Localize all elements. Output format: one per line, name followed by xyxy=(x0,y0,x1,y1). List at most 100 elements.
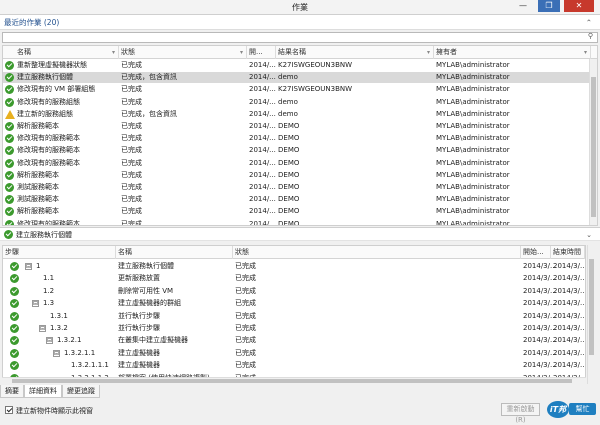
step-row[interactable]: 1.3.2.1.1.1 建立虛擬機器 已完成 2014/3/... 2014/3/... xyxy=(3,360,585,371)
table-row[interactable]: 測試服務範本 已完成 2014/... DEMO MYLAB\administrator xyxy=(3,194,597,205)
cell-result: DEMO xyxy=(278,134,300,143)
success-icon xyxy=(5,134,14,144)
collapse-toggle-icon[interactable]: ⊟ xyxy=(25,263,32,270)
collapse-toggle-icon[interactable]: ⊟ xyxy=(46,337,53,345)
close-button[interactable]: ✕ xyxy=(564,0,594,12)
step-row[interactable]: ⊟ 1.3 建立虛擬機器的群組 已完成 2014/3/... 2014/3/... xyxy=(3,298,585,309)
cell-start: 2014/3/... xyxy=(523,336,557,345)
cell-end: 2014/3/... xyxy=(553,274,586,283)
cell-status: 已完成 xyxy=(121,207,142,216)
table-row[interactable]: 測試服務範本 已完成 2014/... DEMO MYLAB\administrator xyxy=(3,182,597,193)
step-row[interactable]: ⊟ 1.3.2 並行執行步驟 已完成 2014/3/... 2014/3/... xyxy=(3,323,585,334)
table-row[interactable]: 修改現有的服務範本 已完成 2014/... DEMO MYLAB\administra… xyxy=(3,133,597,144)
cell-end: 2014/3/... xyxy=(553,324,586,332)
table-row[interactable]: 修改現有的服務組態 已完成 2014/... demo MYLAB\administra… xyxy=(3,97,597,108)
cell-end: 2014/3/... xyxy=(553,262,586,270)
table-row[interactable]: 解析服務範本 已完成 2014/... DEMO MYLAB\administrator xyxy=(3,121,597,132)
cell-owner: MYLAB\administrator xyxy=(436,61,510,69)
cell-step: 1 xyxy=(36,262,41,270)
table-row[interactable]: 修改現有的服務範本 已完成 2014/... DEMO MYLAB\administra… xyxy=(3,219,597,226)
restart-button[interactable]: 重新啟動(R) xyxy=(501,403,540,424)
success-icon xyxy=(5,146,14,156)
search-icon: ⚲ xyxy=(587,32,593,40)
tab-change-tracking[interactable]: 變更追蹤 xyxy=(62,385,100,398)
success-icon xyxy=(5,97,14,107)
detail-scrollbar-horizontal[interactable] xyxy=(2,377,586,384)
search-input[interactable]: ⚲ xyxy=(2,32,598,43)
recent-jobs-scrollbar[interactable] xyxy=(589,59,597,225)
table-row[interactable]: 建立服務執行個體 已完成，包含資訊 2014/... demo MYLAB\admini… xyxy=(3,72,597,84)
step-row[interactable]: ⊟ 1.3.2.1.1 建立虛擬機器 已完成 2014/3/... 2014/3/... xyxy=(3,348,585,359)
cell-name: 建立新的服務組態 xyxy=(17,109,73,118)
cell-start: 2014/3/... xyxy=(523,311,557,320)
recent-jobs-header[interactable]: 最近的作業 (20) ⌃ xyxy=(0,15,600,30)
table-row[interactable]: 解析服務範本 已完成 2014/... DEMO MYLAB\administrator xyxy=(3,206,597,217)
step-row[interactable]: 1.1 更新服務放置 已完成 2014/3/... 2014/3/... xyxy=(3,273,585,284)
cell-start: 2014/3/... xyxy=(523,348,557,357)
column-header-step-end[interactable]: 結束時間 xyxy=(551,246,585,259)
cell-name: 建立服務執行個體 xyxy=(118,262,174,270)
cell-start: 2014/... xyxy=(249,73,276,82)
table-row[interactable]: 修改現有的服務範本 已完成 2014/... DEMO MYLAB\administra… xyxy=(3,145,597,156)
cell-step: 1.3.2.1.1 xyxy=(64,348,96,357)
column-header-start[interactable]: 開... xyxy=(247,46,276,59)
success-icon xyxy=(10,348,19,358)
step-row[interactable]: ⊟ 1 建立服務執行個體 已完成 2014/3/... 2014/3/... xyxy=(3,261,585,272)
step-row[interactable]: 1.3.1 並行執行步驟 已完成 2014/3/... 2014/3/... xyxy=(3,311,585,322)
cell-name: 更新服務放置 xyxy=(118,274,160,283)
column-header-name[interactable]: 名稱 ▾ xyxy=(15,46,119,59)
detail-scrollbar-vertical[interactable] xyxy=(587,245,596,384)
cell-result: demo xyxy=(278,109,298,118)
cell-start: 2014/3/... xyxy=(523,286,557,295)
cell-name: 重新整理虛擬機器狀態 xyxy=(17,61,87,69)
cell-status: 已完成 xyxy=(121,122,142,130)
logo-text: 幫忙 xyxy=(569,403,596,415)
success-icon xyxy=(5,183,14,192)
collapse-chevron-icon[interactable]: ⌃ xyxy=(586,15,592,30)
collapse-chevron-icon[interactable]: ⌄ xyxy=(586,228,592,242)
table-row[interactable]: 建立新的服務組態 已完成，包含資訊 2014/... demo MYLAB\admini… xyxy=(3,109,597,120)
success-icon xyxy=(5,85,14,95)
cell-name: 在叢集中建立虛擬機器 xyxy=(118,336,188,345)
tab-summary[interactable]: 摘要 xyxy=(0,385,24,398)
window-controls: — ❐ ✕ xyxy=(512,0,594,12)
success-icon xyxy=(10,262,19,271)
cell-start: 2014/... xyxy=(249,158,276,167)
table-row[interactable]: 修改現有的服務範本 已完成 2014/... DEMO MYLAB\administra… xyxy=(3,158,597,169)
step-row[interactable]: 1.2 刪除常可用性 VM 已完成 2014/3/... 2014/3/... xyxy=(3,286,585,297)
column-header-step-status[interactable]: 狀態 xyxy=(233,246,521,259)
detail-title: 建立服務執行個體 xyxy=(16,231,72,239)
table-row[interactable]: 修改現有的 VM 部署組態 已完成 2014/... K27ISWGEOUN3BNW M… xyxy=(3,84,597,95)
cell-name: 建立虛擬機器 xyxy=(118,361,160,370)
cell-end: 2014/3/... xyxy=(553,361,586,370)
cell-name: 並行執行步驟 xyxy=(118,324,160,332)
cell-owner: MYLAB\administrator xyxy=(436,219,510,226)
cell-end: 2014/3/... xyxy=(553,336,586,345)
collapse-toggle-icon[interactable]: ⊟ xyxy=(39,325,46,332)
cell-name: 解析服務範本 xyxy=(17,170,59,179)
cell-start: 2014/... xyxy=(249,195,276,204)
restore-button[interactable]: ❐ xyxy=(538,0,560,12)
minimize-button[interactable]: — xyxy=(512,0,534,12)
column-header-step-start[interactable]: 開始... xyxy=(521,246,551,259)
cell-status: 已完成 xyxy=(235,361,256,370)
cell-owner: MYLAB\administrator xyxy=(436,146,510,155)
cell-result: DEMO xyxy=(278,146,300,155)
step-row[interactable]: ⊟ 1.3.2.1 在叢集中建立虛擬機器 已完成 2014/3/... 2014/3/..… xyxy=(3,335,585,346)
cell-name: 修改現有的服務範本 xyxy=(17,219,80,226)
column-header-owner[interactable]: 擁有者 ▾ xyxy=(434,46,591,59)
collapse-toggle-icon[interactable]: ⊟ xyxy=(53,349,60,357)
recent-jobs-title: 最近的作業 (20) xyxy=(4,18,60,27)
column-header-step[interactable]: 步驟 xyxy=(3,246,116,259)
column-header-step-name[interactable]: 名稱 xyxy=(116,246,233,259)
collapse-toggle-icon[interactable]: ⊟ xyxy=(32,300,39,308)
column-header-result[interactable]: 結果名稱 ▾ xyxy=(276,46,434,59)
column-header-status[interactable]: 狀態 ▾ xyxy=(119,46,247,59)
table-row[interactable]: 重新整理虛擬機器狀態 已完成 2014/... K27ISWGEOUN3BNW MYLA… xyxy=(3,60,597,71)
cell-name: 測試服務範本 xyxy=(17,195,59,204)
show-window-checkbox[interactable] xyxy=(5,406,13,414)
tab-details[interactable]: 詳細資料 xyxy=(24,385,62,398)
cell-result: K27ISWGEOUN3BNW xyxy=(278,61,353,69)
recent-jobs-grid: 名稱 ▾ 狀態 ▾ 開... 結果名稱 ▾ 擁有者 ▾ 重新整理虛擬機器狀態 已完成 201… xyxy=(2,45,598,226)
table-row[interactable]: 解析服務範本 已完成 2014/... DEMO MYLAB\administrator xyxy=(3,170,597,181)
